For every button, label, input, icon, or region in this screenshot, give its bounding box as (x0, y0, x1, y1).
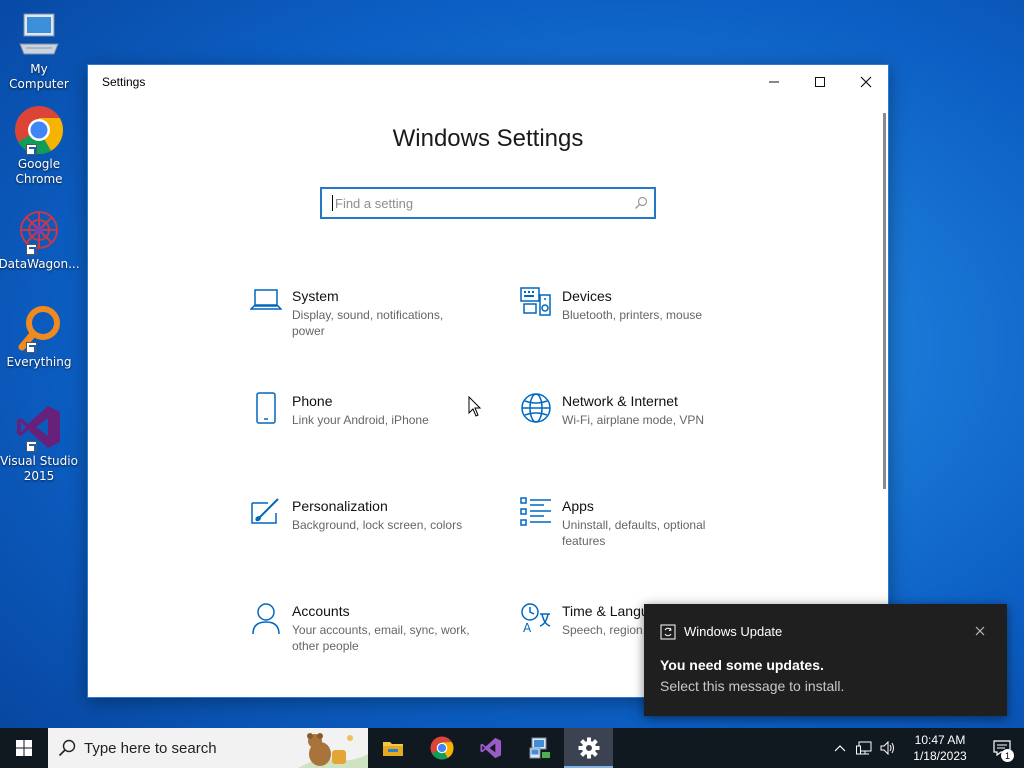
file-explorer-icon (382, 742, 403, 756)
toast-title: You need some updates. (660, 657, 824, 673)
tile-name: Phone (292, 393, 333, 409)
close-icon (975, 626, 985, 636)
minimize-icon (769, 81, 779, 83)
datawagon-icon (14, 205, 64, 255)
clock-date: 1/18/2023 (913, 749, 967, 763)
tile-devices[interactable]: Devices Bluetooth, printers, mouse (512, 287, 742, 357)
windows-update-toast[interactable]: Windows Update You need some updates. Se… (644, 604, 1007, 716)
tile-description: Background, lock screen, colors (292, 518, 463, 532)
tile-name: Personalization (292, 498, 388, 514)
visual-studio-icon (14, 402, 64, 452)
mouse-cursor-icon (468, 396, 482, 417)
search-icon[interactable] (628, 196, 654, 210)
globe-icon (512, 392, 560, 432)
desktop-icon-label: Google Chrome (15, 157, 63, 186)
chevron-up-icon (834, 745, 846, 752)
tile-name: Network & Internet (562, 393, 678, 409)
tile-description: Your accounts, email, sync, work, other … (292, 623, 470, 653)
paint-icon (242, 497, 290, 537)
tile-phone[interactable]: Phone Link your Android, iPhone (242, 392, 472, 462)
network-status-button[interactable] (852, 728, 876, 768)
tile-description: Link your Android, iPhone (292, 413, 429, 427)
close-button[interactable] (843, 65, 889, 99)
tile-name: Devices (562, 288, 612, 304)
speaker-icon (880, 741, 894, 755)
taskbar-settings[interactable] (564, 728, 613, 768)
search-input[interactable] (332, 195, 628, 211)
desktop-icon-my-computer[interactable]: My Computer (0, 10, 78, 92)
toast-app-name: Windows Update (684, 624, 783, 639)
time-language-icon: A (512, 602, 560, 642)
computer-icon (14, 10, 64, 60)
taskbar-search-box[interactable]: Type here to search (48, 728, 368, 768)
windows-update-icon (660, 624, 676, 640)
maximize-button[interactable] (797, 65, 843, 99)
tile-personalization[interactable]: Personalization Background, lock screen,… (242, 497, 472, 567)
tile-network-internet[interactable]: Network & Internet Wi-Fi, airplane mode,… (512, 392, 742, 462)
settings-gear-icon (578, 737, 599, 759)
chrome-icon (429, 736, 454, 760)
window-title: Settings (102, 75, 146, 89)
desktop-icon-google-chrome[interactable]: Google Chrome (0, 105, 78, 187)
keyboard-speaker-icon (512, 287, 560, 327)
toast-body: Select this message to install. (660, 678, 845, 694)
notification-count-badge: 1 (1001, 749, 1014, 762)
tile-system[interactable]: System Display, sound, notifications, po… (242, 287, 472, 357)
volume-button[interactable] (876, 728, 900, 768)
minimize-button[interactable] (751, 65, 797, 99)
system-tray: 10:47 AM 1/18/2023 1 (828, 728, 1024, 768)
tile-name: Accounts (292, 603, 350, 619)
desktop-icon-label: Visual Studio 2015 (0, 454, 78, 483)
desktop-icon-datawagon[interactable]: DataWagon... (0, 205, 80, 272)
taskbar-clock[interactable]: 10:47 AM 1/18/2023 (900, 732, 980, 764)
show-hidden-icons-button[interactable] (828, 728, 852, 768)
svg-text:A: A (523, 621, 532, 634)
desktop-icon-label: Everything (6, 355, 72, 369)
network-tool-icon (529, 737, 550, 759)
taskbar-chrome[interactable] (417, 728, 466, 768)
action-center-button[interactable]: 1 (980, 728, 1024, 768)
title-bar[interactable]: Settings (88, 65, 888, 99)
taskbar-network-tool[interactable] (515, 728, 564, 768)
desktop-icon-label: DataWagon... (0, 257, 80, 271)
page-title: Windows Settings (392, 125, 584, 152)
tile-apps[interactable]: Apps Uninstall, defaults, optional featu… (512, 497, 742, 567)
person-icon (242, 602, 290, 642)
tile-description: Wi-Fi, airplane mode, VPN (562, 413, 705, 427)
search-highlight-illustration-icon (298, 733, 368, 768)
desktop-icon-label: My Computer (9, 62, 69, 91)
tile-description: Uninstall, defaults, optional features (562, 518, 706, 548)
taskbar-file-explorer[interactable] (368, 728, 417, 768)
close-icon (860, 76, 872, 88)
tile-name: Apps (562, 498, 594, 514)
maximize-icon (815, 77, 825, 87)
tile-description: Display, sound, notifications, power (292, 308, 444, 338)
network-icon (856, 741, 872, 755)
taskbar-visual-studio[interactable] (466, 728, 515, 768)
taskbar: Type here to search 10:47 AM 1/18/2023 1 (0, 728, 1024, 768)
clock-time: 10:47 AM (914, 733, 966, 747)
laptop-icon (242, 287, 290, 327)
tile-accounts[interactable]: Accounts Your accounts, email, sync, wor… (242, 602, 472, 672)
desktop-icon-visual-studio[interactable]: Visual Studio 2015 (0, 402, 78, 484)
everything-search-icon (14, 303, 64, 353)
chrome-icon (14, 105, 64, 155)
taskbar-search-placeholder: Type here to search (84, 739, 217, 757)
search-icon (58, 739, 76, 757)
tile-name: System (292, 288, 339, 304)
windows-logo-icon (16, 740, 32, 756)
toast-close-button[interactable] (970, 621, 990, 641)
desktop-icon-everything[interactable]: Everything (0, 303, 78, 370)
start-button[interactable] (0, 728, 48, 768)
settings-window[interactable]: Settings Windows Settings System Display… (87, 64, 889, 698)
apps-list-icon (512, 497, 560, 537)
settings-search-box[interactable] (320, 187, 656, 219)
tile-description: Bluetooth, printers, mouse (562, 308, 703, 322)
vertical-scrollbar[interactable] (883, 113, 886, 489)
visual-studio-icon (479, 737, 501, 759)
phone-icon (242, 392, 290, 432)
